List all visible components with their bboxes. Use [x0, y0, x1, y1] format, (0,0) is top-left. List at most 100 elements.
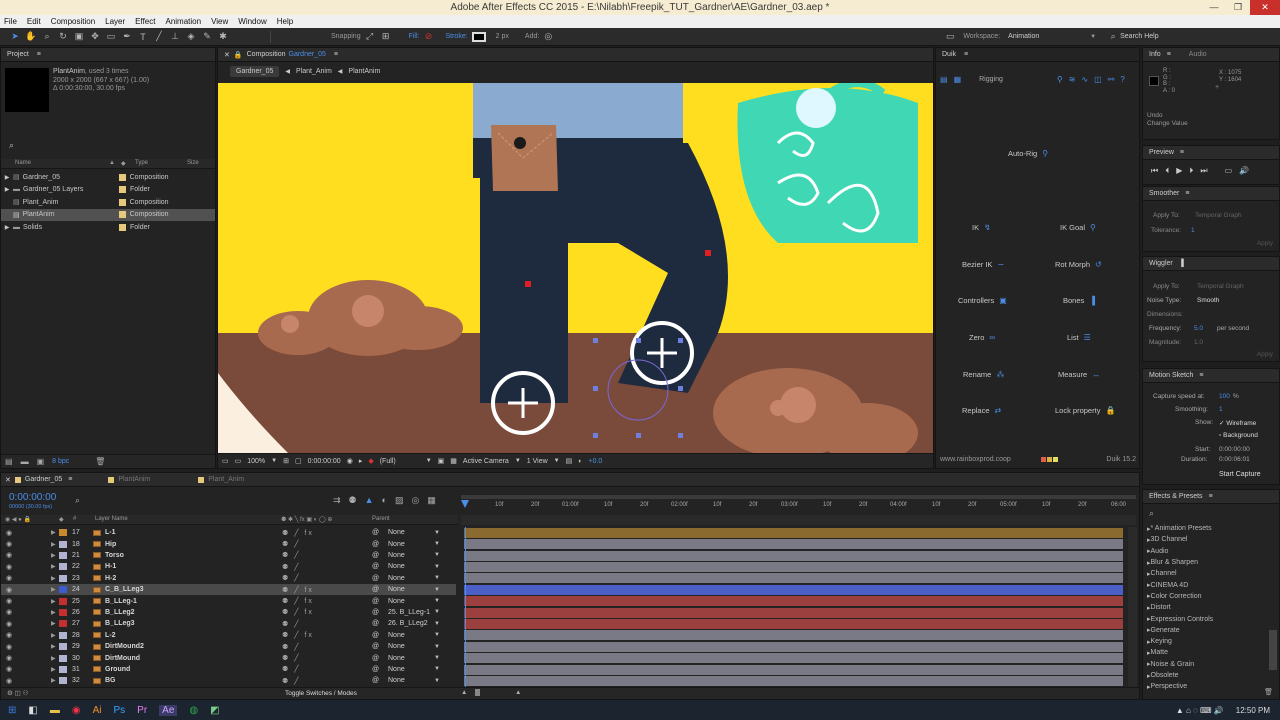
premiere-icon[interactable]: Pr: [137, 705, 147, 716]
comp-timecode[interactable]: 0:00:00:00: [308, 458, 341, 465]
motion-blur-icon[interactable]: ◐: [382, 495, 387, 506]
layer-name[interactable]: BG: [105, 677, 116, 684]
layer-switches[interactable]: ⚉ ╱: [282, 574, 300, 582]
col-parent[interactable]: Parent: [372, 516, 390, 522]
layer-switches[interactable]: ⚉ ╱ fx: [282, 631, 314, 639]
parent-select[interactable]: None: [388, 529, 405, 536]
layer-switches[interactable]: ⚉ ╱: [282, 643, 300, 651]
layer-duration-bar[interactable]: [464, 550, 1123, 561]
crumb-plantanim[interactable]: PlantAnim: [348, 68, 380, 75]
parent-dropdown-icon[interactable]: ▼: [434, 655, 440, 661]
layer-row[interactable]: ◉ ▶ 22 H-1 ⚉ ╱ @ None ▼: [1, 561, 456, 572]
first-frame-icon[interactable]: ⏮: [1151, 166, 1158, 176]
sort-icon[interactable]: ▲: [109, 160, 115, 166]
zoom-in-icon[interactable]: ▲: [515, 689, 521, 696]
expand-triangle-icon[interactable]: ▶: [51, 575, 56, 582]
label-color-swatch[interactable]: [59, 529, 67, 537]
layer-name[interactable]: B_LLeg-1: [105, 598, 137, 605]
expand-triangle-icon[interactable]: ▶: [51, 609, 56, 616]
visibility-eye-icon[interactable]: ◉: [6, 586, 12, 594]
transparency-icon[interactable]: ▦: [450, 457, 457, 465]
effects-item[interactable]: ▸ Noise & Grain: [1147, 659, 1271, 670]
fill-label[interactable]: Fill:: [409, 33, 420, 40]
close-icon[interactable]: ✕: [1250, 0, 1280, 15]
layer-row[interactable]: ◉ ▶ 24 C_B_LLeg3 ⚉ ╱ fx @ None ▼: [1, 584, 456, 596]
explorer-icon[interactable]: ▬: [50, 705, 60, 716]
layer-duration-bar[interactable]: [464, 539, 1123, 550]
play-icon[interactable]: ▶: [1176, 166, 1182, 176]
layer-switches[interactable]: ⚉ ╱ fx: [282, 529, 314, 537]
label-color-swatch[interactable]: [59, 563, 67, 571]
wiggler-tab[interactable]: Wiggler ▐: [1143, 257, 1279, 271]
duik-wave-icon[interactable]: ≋: [1069, 75, 1076, 84]
effects-item[interactable]: ▸ CINEMA 4D: [1147, 579, 1271, 590]
stroke-width[interactable]: 2 px: [496, 33, 509, 40]
effects-delete-icon[interactable]: 🗑: [1264, 688, 1273, 696]
next-frame-icon[interactable]: ⏵: [1189, 166, 1193, 176]
project-tab[interactable]: Project ≡: [1, 48, 215, 62]
search-help-input[interactable]: Search Help: [1120, 33, 1159, 40]
expand-triangle-icon[interactable]: ▶: [51, 598, 56, 605]
layer-name[interactable]: B_LLeg3: [105, 620, 135, 627]
parent-dropdown-icon[interactable]: ▼: [434, 666, 440, 672]
eraser-tool-icon[interactable]: ◈: [184, 30, 198, 44]
parent-select[interactable]: None: [388, 677, 405, 684]
visibility-eye-icon[interactable]: ◉: [6, 574, 12, 582]
parent-dropdown-icon[interactable]: ▼: [434, 530, 440, 536]
expand-triangle-icon[interactable]: ▶: [51, 655, 56, 662]
col-name[interactable]: Name: [15, 160, 31, 166]
interpret-footage-icon[interactable]: ▤: [5, 457, 13, 466]
parent-spiral-icon[interactable]: @: [372, 541, 379, 548]
visibility-eye-icon[interactable]: ◉: [6, 643, 12, 651]
parent-spiral-icon[interactable]: @: [372, 586, 379, 593]
illustrator-icon[interactable]: Ai: [93, 705, 102, 716]
snap-options-icon[interactable]: ⊞: [379, 30, 393, 44]
rot-morph-button[interactable]: Rot Morph ↺: [1055, 260, 1102, 269]
parent-dropdown-icon[interactable]: ▼: [434, 564, 440, 570]
parent-dropdown-icon[interactable]: ▼: [434, 609, 440, 615]
timeline-scrollbar[interactable]: [1128, 527, 1137, 687]
parent-spiral-icon[interactable]: @: [372, 529, 379, 536]
layer-name[interactable]: L-1: [105, 529, 116, 536]
duik-calc-icon[interactable]: ▦: [954, 75, 962, 84]
layer-duration-bar[interactable]: [464, 653, 1123, 664]
start-icon[interactable]: ⊞: [8, 705, 16, 716]
chrome-icon[interactable]: ◉: [72, 705, 81, 716]
photoshop-icon[interactable]: Ps: [113, 705, 125, 716]
parent-dropdown-icon[interactable]: ▼: [434, 575, 440, 581]
expand-triangle-icon[interactable]: ▶: [51, 632, 56, 639]
preview-tab[interactable]: Preview ≡: [1143, 146, 1279, 160]
parent-spiral-icon[interactable]: @: [372, 609, 379, 616]
workspace-icon[interactable]: ▭: [943, 30, 957, 44]
smoothing-value[interactable]: 1: [1219, 406, 1223, 413]
menu-file[interactable]: File: [4, 17, 17, 26]
effects-item[interactable]: ▸ * Animation Presets: [1147, 523, 1271, 534]
parent-dropdown-icon[interactable]: ▼: [434, 541, 440, 547]
expand-triangle-icon[interactable]: ▶: [51, 563, 56, 570]
expand-triangle-icon[interactable]: ▶: [51, 620, 56, 627]
parent-select[interactable]: None: [388, 552, 405, 559]
noise-type-select[interactable]: Smooth: [1197, 297, 1219, 304]
frequency-value[interactable]: 5.0: [1194, 325, 1203, 332]
camera-select[interactable]: Active Camera: [463, 458, 509, 465]
parent-spiral-icon[interactable]: @: [372, 563, 379, 570]
label-swatch[interactable]: [118, 173, 126, 181]
project-item[interactable]: ▶ ▤ Gardner_05 Composition: [1, 171, 215, 184]
expand-icons[interactable]: ⚙ ◫ ⚇: [7, 689, 28, 697]
effects-item[interactable]: ▸ Keying: [1147, 636, 1271, 647]
type-tool-icon[interactable]: T: [136, 30, 150, 44]
effects-item[interactable]: ▸ Obsolete: [1147, 670, 1271, 681]
draft-3d-icon[interactable]: ◎: [412, 495, 420, 506]
effects-search-icon[interactable]: ⌕: [1149, 508, 1154, 519]
col-size[interactable]: Size: [187, 160, 199, 166]
expand-triangle-icon[interactable]: ▶: [51, 677, 56, 684]
last-frame-icon[interactable]: ⏭: [1200, 166, 1207, 176]
layer-switches[interactable]: ⚉ ╱: [282, 563, 300, 571]
zoom-select[interactable]: 100%: [247, 458, 265, 465]
effects-item[interactable]: ▸ Distort: [1147, 602, 1271, 613]
stroke-swatch[interactable]: [471, 31, 486, 42]
color-channel-icon[interactable]: ◆: [368, 457, 373, 465]
layer-row[interactable]: ◉ ▶ 23 H-2 ⚉ ╱ @ None ▼: [1, 573, 456, 584]
safe-zones-icon[interactable]: ▭: [235, 457, 242, 465]
duik-menu-icon[interactable]: ▤: [940, 75, 948, 84]
